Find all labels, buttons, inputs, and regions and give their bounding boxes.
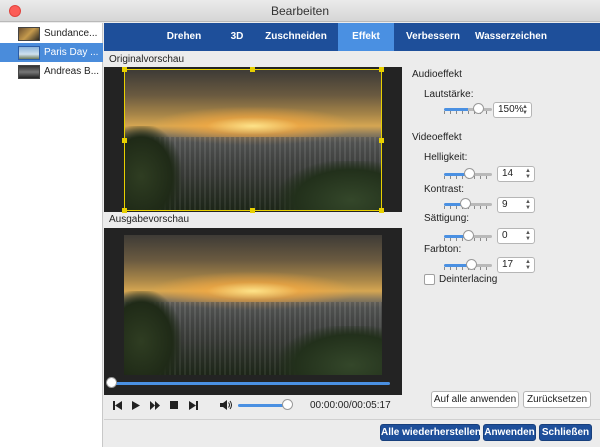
contrast-stepper[interactable]: 9 ▲ ▼ bbox=[497, 197, 535, 213]
output-preview-label: Ausgabevorschau bbox=[109, 214, 190, 225]
brightness-value: 14 bbox=[502, 168, 514, 179]
crop-handle[interactable] bbox=[379, 138, 384, 143]
crop-handle[interactable] bbox=[379, 208, 384, 213]
tab-wasserzeichen[interactable]: Wasserzeichen bbox=[472, 23, 550, 51]
video-effect-title: Videoeffekt bbox=[412, 132, 462, 143]
apply-button[interactable]: Anwenden bbox=[483, 424, 536, 441]
volume-effect-slider[interactable] bbox=[444, 108, 492, 111]
crop-handle[interactable] bbox=[122, 67, 127, 72]
volume-effect-value: 150% bbox=[498, 104, 524, 115]
apply-to-all-button[interactable]: Auf alle anwenden bbox=[431, 391, 519, 408]
tab-drehen[interactable]: Drehen bbox=[156, 23, 212, 51]
volume-knob[interactable] bbox=[282, 399, 293, 410]
hue-stepper[interactable]: 17 ▲ ▼ bbox=[497, 257, 535, 273]
progress-knob[interactable] bbox=[106, 377, 117, 388]
skip-back-icon[interactable] bbox=[110, 398, 124, 412]
stop-icon[interactable] bbox=[167, 398, 181, 412]
output-video-frame bbox=[124, 235, 382, 375]
tab-3d[interactable]: 3D bbox=[222, 23, 252, 51]
crop-handle[interactable] bbox=[250, 67, 255, 72]
deinterlacing-checkbox[interactable] bbox=[424, 274, 435, 285]
volume-effect-stepper[interactable]: 150% ▲ ▼ bbox=[493, 102, 532, 118]
tab-effekt[interactable]: Effekt bbox=[338, 23, 394, 51]
saturation-label: Sättigung: bbox=[424, 213, 470, 224]
stepper-arrows-icon[interactable]: ▲ ▼ bbox=[524, 168, 532, 180]
file-label: Paris Day ... bbox=[44, 47, 99, 58]
stepper-arrows-icon[interactable]: ▲ ▼ bbox=[524, 199, 532, 211]
file-list: Sundance... Paris Day ... Andreas B... bbox=[0, 23, 103, 447]
tab-bar: Drehen 3D Zuschneiden Effekt Verbessern … bbox=[104, 23, 600, 51]
crop-handle[interactable] bbox=[379, 67, 384, 72]
crop-handle[interactable] bbox=[122, 208, 127, 213]
tab-zuschneiden[interactable]: Zuschneiden bbox=[262, 23, 330, 51]
audio-effect-title: Audioeffekt bbox=[412, 69, 462, 80]
hue-value: 17 bbox=[502, 259, 514, 270]
volume-effect-ticks bbox=[444, 111, 492, 114]
contrast-label: Kontrast: bbox=[424, 184, 465, 195]
file-item-sundance[interactable]: Sundance... bbox=[0, 24, 103, 43]
edit-window: Bearbeiten Sundance... Paris Day ... And… bbox=[0, 0, 600, 447]
contrast-value: 9 bbox=[502, 199, 508, 210]
hue-label: Farbton: bbox=[424, 244, 462, 255]
file-label: Andreas B... bbox=[44, 66, 100, 77]
saturation-stepper[interactable]: 0 ▲ ▼ bbox=[497, 228, 535, 244]
restore-all-button[interactable]: Alle wiederherstellen bbox=[380, 424, 481, 441]
file-item-paris-day[interactable]: Paris Day ... bbox=[0, 43, 103, 62]
deinterlacing-label: Deinterlacing bbox=[439, 274, 498, 285]
volume-effect-knob[interactable] bbox=[473, 103, 484, 114]
video-thumbnail-icon bbox=[18, 26, 40, 41]
volume-label: Lautstärke: bbox=[424, 89, 474, 100]
brightness-label: Helligkeit: bbox=[424, 152, 468, 163]
fast-forward-icon[interactable] bbox=[148, 398, 162, 412]
stepper-arrows-icon[interactable]: ▲ ▼ bbox=[524, 259, 532, 271]
crop-handle[interactable] bbox=[122, 138, 127, 143]
file-item-andreas[interactable]: Andreas B... bbox=[0, 62, 103, 81]
original-preview-label: Originalvorschau bbox=[109, 54, 185, 65]
play-icon[interactable] bbox=[129, 398, 143, 412]
stepper-arrows-icon[interactable]: ▲ ▼ bbox=[524, 230, 532, 242]
progress-track[interactable] bbox=[111, 382, 390, 385]
crop-frame[interactable] bbox=[124, 69, 382, 211]
contrast-knob[interactable] bbox=[460, 198, 471, 209]
crop-handle[interactable] bbox=[250, 208, 255, 213]
video-thumbnail-icon bbox=[18, 45, 40, 60]
volume-icon[interactable] bbox=[219, 398, 233, 412]
title-bar: Bearbeiten bbox=[0, 0, 600, 22]
reset-button[interactable]: Zurücksetzen bbox=[523, 391, 591, 408]
video-thumbnail-icon bbox=[18, 64, 40, 79]
timecode: 00:00:00/00:05:17 bbox=[310, 400, 391, 411]
brightness-stepper[interactable]: 14 ▲ ▼ bbox=[497, 166, 535, 182]
tab-verbessern[interactable]: Verbessern bbox=[402, 23, 464, 51]
close-button[interactable]: Schließen bbox=[539, 424, 592, 441]
saturation-knob[interactable] bbox=[463, 230, 474, 241]
stepper-arrows-icon[interactable]: ▲ ▼ bbox=[521, 104, 529, 116]
brightness-knob[interactable] bbox=[464, 168, 475, 179]
skip-forward-icon[interactable] bbox=[186, 398, 200, 412]
hue-knob[interactable] bbox=[466, 259, 477, 270]
saturation-value: 0 bbox=[502, 230, 508, 241]
window-title: Bearbeiten bbox=[270, 4, 330, 18]
file-label: Sundance... bbox=[44, 28, 98, 39]
